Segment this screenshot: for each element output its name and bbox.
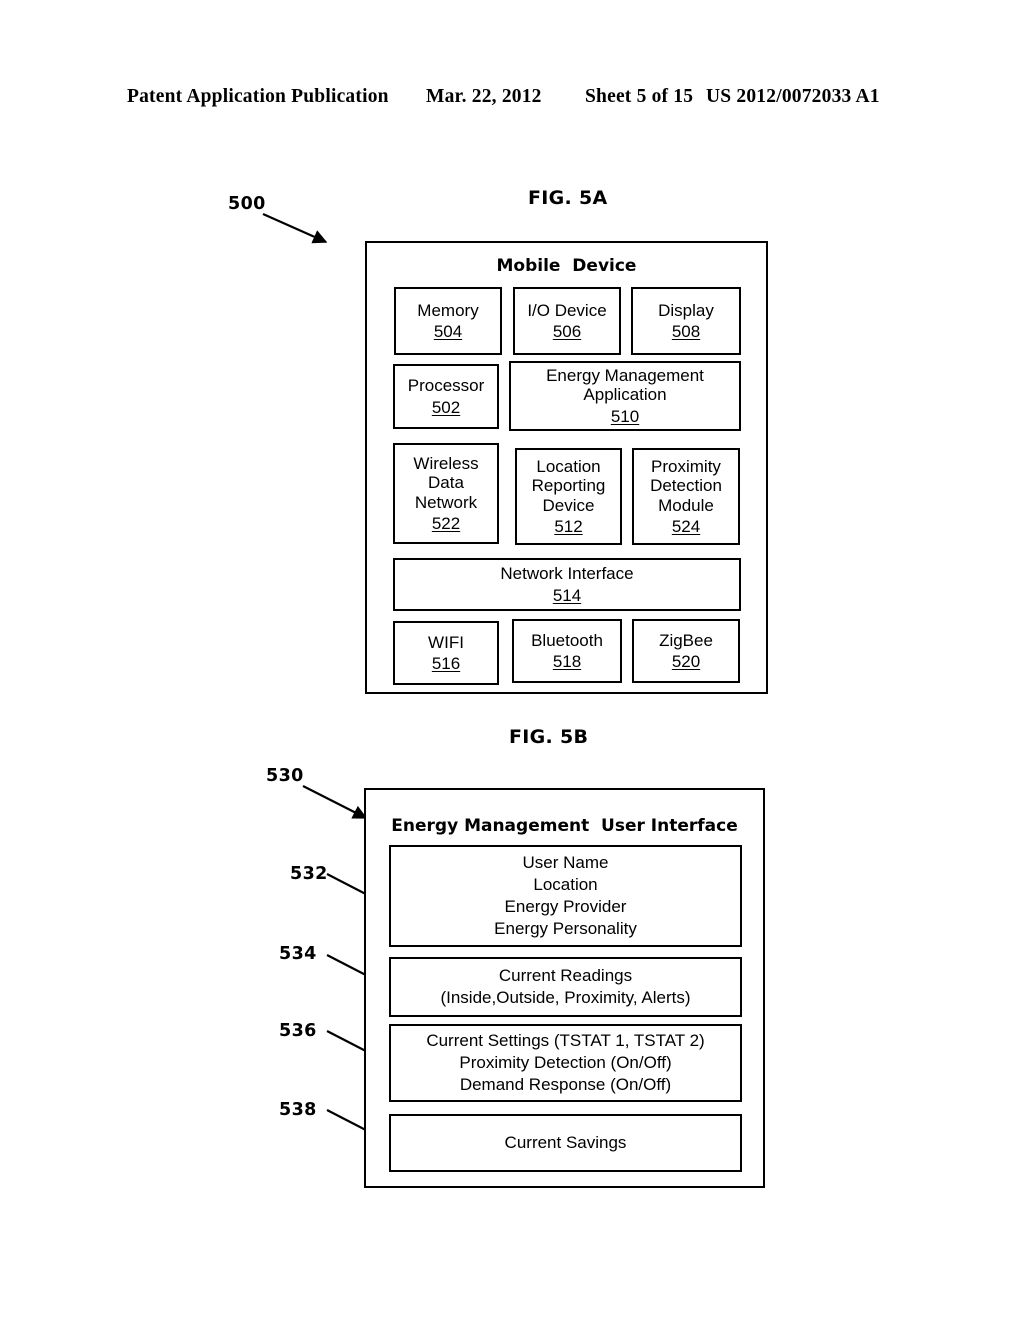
- block-bluetooth[interactable]: Bluetooth 518: [512, 619, 622, 683]
- block-wireless-data-network-label: Wireless Data Network: [413, 453, 479, 512]
- panel-user-profile[interactable]: User Name Location Energy Provider Energ…: [389, 845, 742, 947]
- ref-numeral-534: 534: [279, 944, 317, 964]
- fig-5b-title: FIG. 5B: [509, 726, 589, 748]
- panel-user-profile-line-3: Energy Provider: [504, 897, 627, 916]
- block-location-reporting-device[interactable]: Location Reporting Device 512: [515, 448, 622, 545]
- block-zigbee[interactable]: ZigBee 520: [632, 619, 740, 683]
- block-location-reporting-device-label: Location Reporting Device: [531, 456, 606, 515]
- panel-current-readings-line-1: Current Readings: [498, 966, 633, 985]
- block-memory-label: Memory: [417, 300, 479, 320]
- block-energy-management-application[interactable]: Energy Management Application 510: [509, 361, 741, 431]
- block-display-number: 508: [671, 322, 701, 341]
- block-processor[interactable]: Processor 502: [393, 364, 499, 429]
- fig-5b-energy-management-ui-container: Energy Management User Interface User Na…: [364, 788, 765, 1188]
- block-proximity-detection-module[interactable]: Proximity Detection Module 524: [632, 448, 740, 545]
- panel-current-settings[interactable]: Current Settings (TSTAT 1, TSTAT 2) Prox…: [389, 1024, 742, 1102]
- panel-current-savings-line-1: Current Savings: [504, 1133, 627, 1152]
- header-sheet-label: Sheet 5 of 15: [585, 86, 694, 107]
- ref-numeral-500: 500: [228, 194, 266, 214]
- page-header: Patent Application Publication Mar. 22, …: [0, 86, 1024, 112]
- block-bluetooth-number: 518: [552, 652, 582, 671]
- ref-numeral-532: 532: [290, 864, 328, 884]
- block-wifi[interactable]: WIFI 516: [393, 621, 499, 685]
- fig-5a-title: FIG. 5A: [528, 187, 608, 209]
- block-zigbee-number: 520: [671, 652, 701, 671]
- leader-530: [302, 785, 368, 819]
- panel-user-profile-line-2: Location: [533, 875, 598, 894]
- block-processor-label: Processor: [407, 376, 485, 395]
- leader-500: [262, 212, 328, 244]
- header-date-label: Mar. 22, 2012: [426, 86, 542, 107]
- block-wifi-number: 516: [431, 654, 461, 673]
- block-processor-number: 502: [431, 397, 461, 417]
- block-io-device-number: 506: [552, 322, 582, 341]
- panel-current-savings[interactable]: Current Savings: [389, 1114, 742, 1172]
- panel-current-settings-line-2: Proximity Detection (On/Off): [459, 1053, 672, 1072]
- block-proximity-detection-module-label: Proximity Detection Module: [650, 456, 722, 515]
- block-wireless-data-network[interactable]: Wireless Data Network 522: [393, 443, 499, 544]
- block-display-label: Display: [658, 300, 714, 320]
- ref-numeral-536: 536: [279, 1021, 317, 1041]
- energy-management-ui-title: Energy Management User Interface: [391, 816, 738, 836]
- block-memory-number: 504: [433, 322, 463, 341]
- panel-current-settings-line-3: Demand Response (On/Off): [459, 1075, 672, 1094]
- block-wifi-label: WIFI: [428, 632, 464, 652]
- block-network-interface-number: 514: [552, 585, 582, 605]
- panel-current-settings-line-1: Current Settings (TSTAT 1, TSTAT 2): [426, 1031, 705, 1050]
- panel-current-readings[interactable]: Current Readings (Inside,Outside, Proxim…: [389, 957, 742, 1017]
- header-patent-number: US 2012/0072033 A1: [706, 86, 880, 107]
- block-bluetooth-label: Bluetooth: [531, 630, 603, 650]
- ref-numeral-538: 538: [279, 1100, 317, 1120]
- block-wireless-data-network-number: 522: [431, 514, 461, 533]
- ref-numeral-530: 530: [266, 766, 304, 786]
- fig-5a-mobile-device-container: Mobile Device Memory 504 I/O Device 506 …: [365, 241, 768, 694]
- block-display[interactable]: Display 508: [631, 287, 741, 355]
- block-energy-management-application-number: 510: [610, 406, 640, 426]
- block-zigbee-label: ZigBee: [659, 630, 713, 650]
- block-memory[interactable]: Memory 504: [394, 287, 502, 355]
- header-publication-label: Patent Application Publication: [127, 86, 389, 107]
- panel-user-profile-line-1: User Name: [522, 853, 609, 872]
- block-network-interface[interactable]: Network Interface 514: [393, 558, 741, 611]
- block-energy-management-application-label: Energy Management Application: [546, 365, 704, 405]
- mobile-device-title: Mobile Device: [496, 256, 637, 276]
- block-location-reporting-device-number: 512: [554, 517, 583, 536]
- block-network-interface-label: Network Interface: [500, 564, 634, 583]
- panel-user-profile-line-4: Energy Personality: [494, 919, 637, 938]
- block-io-device-label: I/O Device: [527, 300, 607, 320]
- panel-current-readings-line-2: (Inside,Outside, Proximity, Alerts): [440, 988, 691, 1007]
- block-proximity-detection-module-number: 524: [671, 517, 701, 536]
- block-io-device[interactable]: I/O Device 506: [513, 287, 621, 355]
